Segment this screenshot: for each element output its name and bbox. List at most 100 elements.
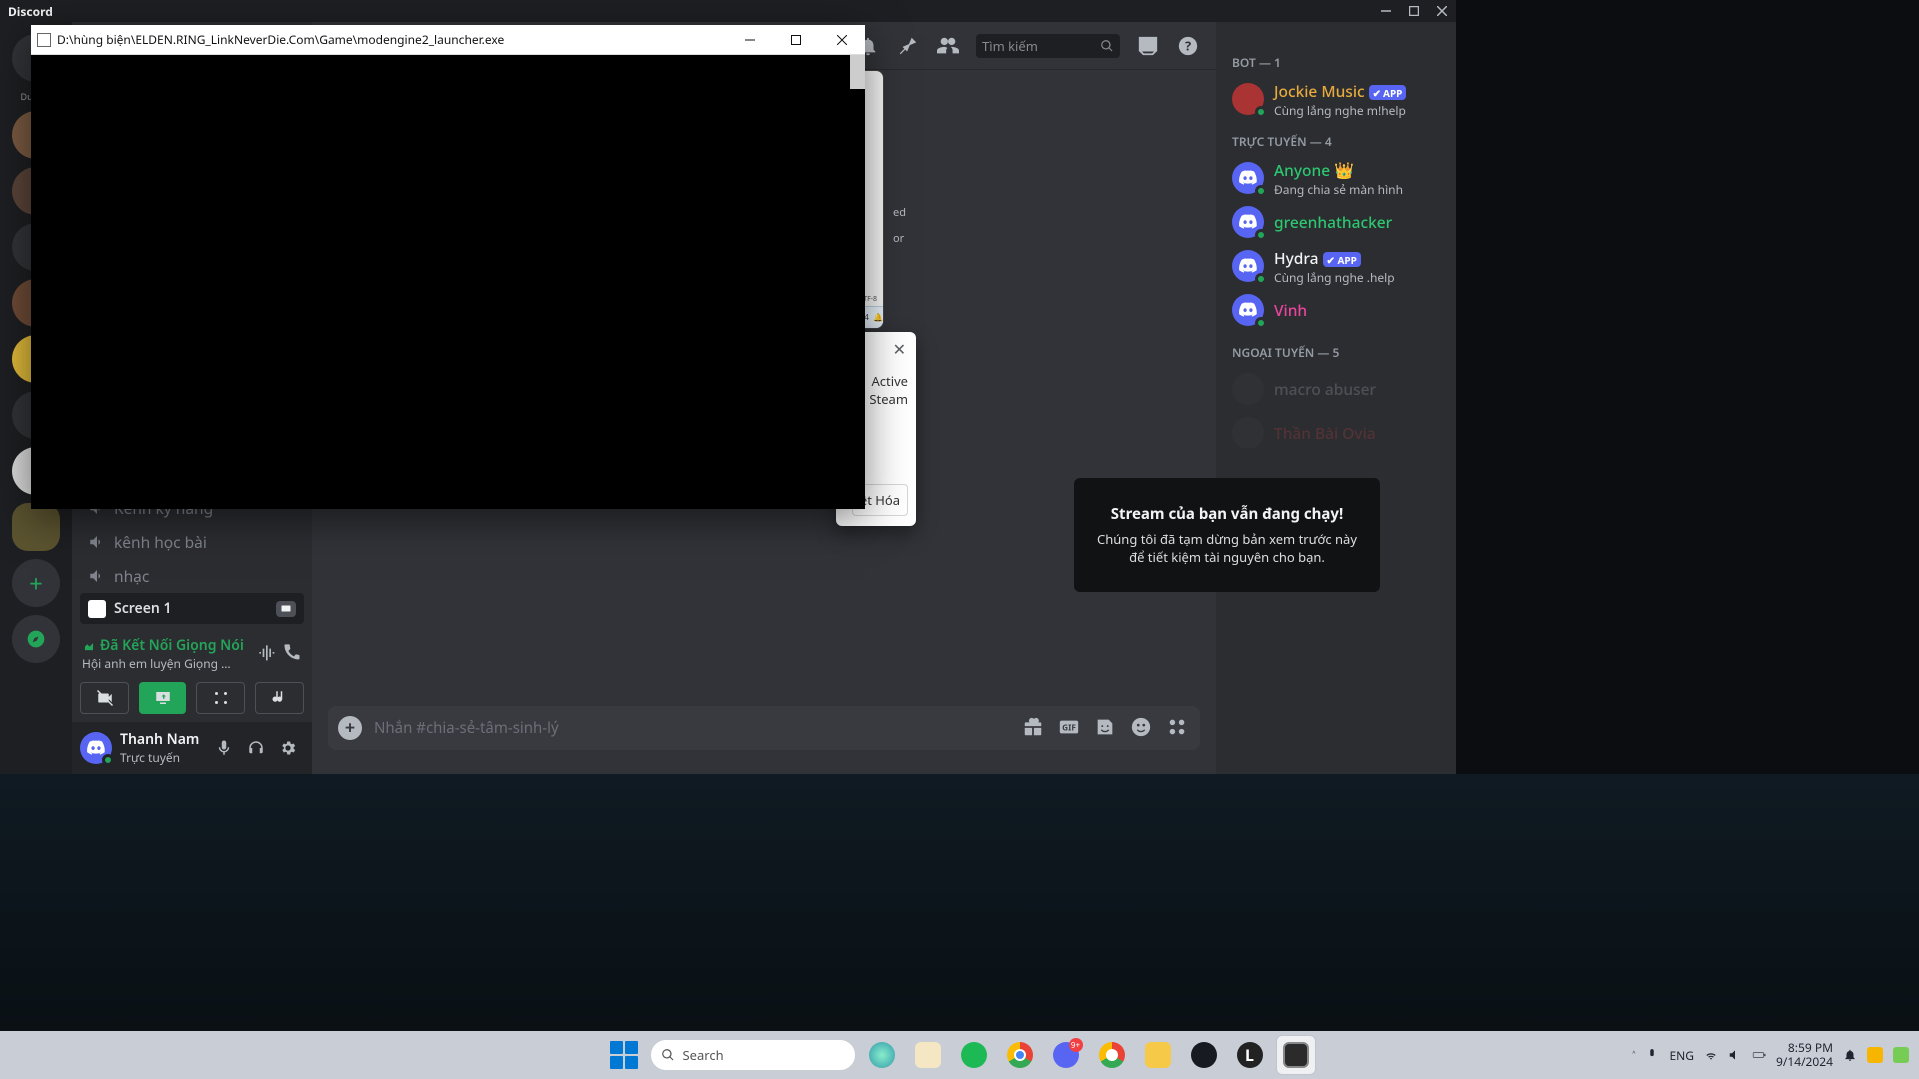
member-name: greenhathacker xyxy=(1274,211,1392,233)
voice-channel-path: Hội anh em luyện Giọng / B... xyxy=(82,655,232,672)
tray-app-icon[interactable] xyxy=(1867,1047,1883,1063)
member-activity: Cùng lắng nghe m!help xyxy=(1274,102,1406,119)
inbox-icon[interactable] xyxy=(1136,34,1160,58)
avatar xyxy=(1232,373,1264,405)
add-server-button[interactable]: + xyxy=(12,559,60,607)
member-row[interactable]: macro abuser xyxy=(1232,367,1448,411)
maximize-button[interactable] xyxy=(1400,0,1428,22)
console-scrollbar[interactable] xyxy=(850,55,865,89)
voice-channel[interactable]: nhạc xyxy=(72,559,312,593)
section-online: TRỰC TUYẾN — 4 xyxy=(1232,133,1448,150)
member-name: macro abuser xyxy=(1274,378,1376,400)
help-icon[interactable]: ? xyxy=(1176,34,1200,58)
self-avatar[interactable] xyxy=(80,732,112,764)
guild-item-selected[interactable] xyxy=(12,503,60,551)
tray-language[interactable]: ENG xyxy=(1669,1047,1694,1064)
app-badge: ✔ APP xyxy=(1323,252,1361,267)
stream-preview-card[interactable]: Screen 1 xyxy=(80,593,304,624)
tray-mic-icon[interactable] xyxy=(1645,1048,1659,1062)
stop-stream-icon[interactable] xyxy=(276,601,296,617)
gift-icon[interactable] xyxy=(1022,716,1046,740)
avatar xyxy=(1232,206,1264,238)
member-row[interactable]: Anyone👑Đang chia sẻ màn hình xyxy=(1232,156,1448,200)
console-window[interactable]: D:\hùng biện\ELDEN.RING_LinkNeverDie.Com… xyxy=(31,25,865,509)
tray-wifi-icon[interactable] xyxy=(1704,1048,1718,1062)
member-name: Hydra xyxy=(1274,247,1319,269)
taskbar-search[interactable]: Search xyxy=(650,1039,856,1071)
tray-chevron-icon[interactable]: ˄ xyxy=(1632,1047,1635,1064)
explore-button[interactable] xyxy=(12,615,60,663)
pinned-icon[interactable] xyxy=(896,34,920,58)
tray-app-icon-2[interactable] xyxy=(1893,1047,1909,1063)
app-name: Discord xyxy=(8,3,53,20)
composer-box[interactable]: + Nhắn #chia-sẻ-tâm-sinh-lý GIF xyxy=(328,706,1200,750)
taskbar-chrome[interactable] xyxy=(1000,1035,1040,1075)
taskbar-chrome-2[interactable] xyxy=(1092,1035,1132,1075)
section-bot: BOT — 1 xyxy=(1232,54,1448,71)
tray-volume-icon[interactable] xyxy=(1728,1048,1742,1062)
member-activity: Đang chia sẻ màn hình xyxy=(1274,181,1403,198)
self-status: Trực tuyến xyxy=(120,749,208,766)
console-titlebar[interactable]: D:\hùng biện\ELDEN.RING_LinkNeverDie.Com… xyxy=(31,25,865,55)
member-name: Jockie Music xyxy=(1274,80,1365,102)
console-body[interactable] xyxy=(31,55,865,509)
avatar xyxy=(1232,162,1264,194)
mute-button[interactable] xyxy=(208,732,240,764)
minimize-button[interactable] xyxy=(1372,0,1400,22)
console-close[interactable] xyxy=(819,25,865,55)
taskbar-weather[interactable] xyxy=(862,1035,902,1075)
members-icon[interactable] xyxy=(936,34,960,58)
screen-share-button[interactable] xyxy=(139,682,186,714)
apps-icon[interactable] xyxy=(1166,716,1190,740)
member-list: BOT — 1 Jockie Music ✔ APP Cùng lắng nghe… xyxy=(1216,22,1456,774)
console-maximize[interactable] xyxy=(773,25,819,55)
member-row[interactable]: Thần Bài Ovia xyxy=(1232,411,1448,455)
emoji-icon[interactable] xyxy=(1130,716,1154,740)
console-minimize[interactable] xyxy=(727,25,773,55)
soundboard-button[interactable] xyxy=(255,682,304,714)
screen-icon xyxy=(88,600,106,618)
tray-notifications-icon[interactable] xyxy=(1843,1048,1857,1062)
taskbar-discord[interactable]: 9+ xyxy=(1046,1035,1086,1075)
settings-button[interactable] xyxy=(272,732,304,764)
member-row[interactable]: Jockie Music ✔ APP Cùng lắng nghe m!help xyxy=(1232,77,1448,121)
voice-channel[interactable]: kênh học bài xyxy=(72,525,312,559)
gif-icon[interactable]: GIF xyxy=(1058,716,1082,740)
close-button[interactable] xyxy=(1428,0,1456,22)
member-activity: Cùng lắng nghe .help xyxy=(1274,269,1395,286)
tray-clock[interactable]: 8:59 PM 9/14/2024 xyxy=(1776,1041,1833,1069)
svg-text:?: ? xyxy=(1185,36,1191,54)
deafen-button[interactable] xyxy=(240,732,272,764)
start-button[interactable] xyxy=(604,1035,644,1075)
taskbar-steam[interactable] xyxy=(1184,1035,1224,1075)
taskbar-notepad[interactable] xyxy=(908,1035,948,1075)
discord-titlebar[interactable]: Discord xyxy=(0,0,1456,22)
member-row[interactable]: Vinh xyxy=(1232,288,1448,332)
windows-taskbar: Search 9+ L ˄ ENG 8:59 PM 9/14/2024 xyxy=(0,1031,1919,1079)
sticker-icon[interactable] xyxy=(1094,716,1118,740)
activity-button[interactable] xyxy=(196,682,245,714)
tray-battery-icon[interactable] xyxy=(1752,1048,1766,1062)
taskbar-console[interactable] xyxy=(1276,1035,1316,1075)
noise-suppression-icon[interactable] xyxy=(256,642,276,667)
avatar xyxy=(1232,294,1264,326)
popup-close-button[interactable]: ✕ xyxy=(893,338,906,360)
member-row[interactable]: Hydra ✔ APP Cùng lắng nghe .help xyxy=(1232,244,1448,288)
taskbar-app-l[interactable]: L xyxy=(1230,1035,1270,1075)
svg-text:GIF: GIF xyxy=(1062,723,1076,734)
stream-name: Screen 1 xyxy=(114,599,268,618)
member-row[interactable]: greenhathacker xyxy=(1232,200,1448,244)
disconnect-button[interactable] xyxy=(282,642,302,667)
search-box[interactable]: Tìm kiếm xyxy=(976,34,1120,58)
stream-paused-toast: Stream của bạn vẫn đang chạy! Chúng tôi … xyxy=(1074,478,1380,592)
taskbar-explorer[interactable] xyxy=(1138,1035,1178,1075)
attach-button[interactable]: + xyxy=(338,716,362,740)
voice-action-row xyxy=(72,678,312,722)
system-tray: ˄ ENG 8:59 PM 9/14/2024 xyxy=(1632,1041,1909,1069)
console-icon xyxy=(37,33,51,47)
taskbar-spotify[interactable] xyxy=(954,1035,994,1075)
app-badge: ✔ APP xyxy=(1369,85,1407,100)
video-button[interactable] xyxy=(80,682,129,714)
channel-name: kênh học bài xyxy=(114,531,207,553)
search-icon xyxy=(1100,39,1114,53)
